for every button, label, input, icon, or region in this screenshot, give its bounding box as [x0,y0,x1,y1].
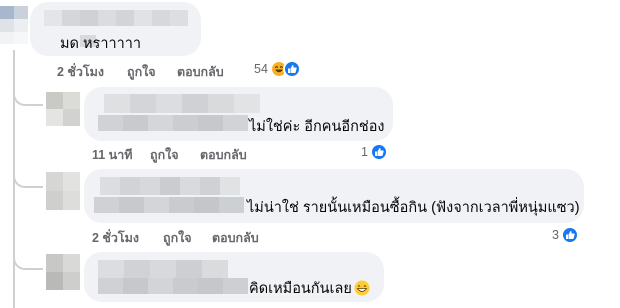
reaction-count: 1 [361,145,368,159]
comment-bubble: มด หราาาาา [30,2,201,56]
reaction-count: 3 [552,228,559,242]
thread-connector-3 [13,242,43,270]
reply-button[interactable]: ตอบกลับ [212,228,259,248]
like-button[interactable]: ถูกใจ [127,62,156,82]
comment-bubble: ไม่ใช่ค่ะ อีกคนอีกช่อง [84,87,393,141]
author-name-redacted[interactable] [104,94,260,113]
comment-timestamp[interactable]: 2 ชั่วโมง [92,228,139,248]
thread-connector-1 [13,78,43,106]
comment-actions: 2 ชั่วโมง ถูกใจ ตอบกลับ [0,228,280,245]
comment-actions: 11 นาที ถูกใจ ตอบกลับ [0,145,280,162]
reply-button[interactable]: ตอบกลับ [200,145,247,165]
reaction-summary[interactable]: 1 [361,143,388,161]
comment-timestamp[interactable]: 11 นาที [92,145,133,165]
grinning-face-icon [354,280,370,296]
comment-text: ไม่น่าใช่ รายนั้นเหมือนซื้อกิน (ฟังจากเว… [247,200,580,216]
avatar[interactable] [46,92,80,126]
author-name-redacted[interactable] [44,10,188,26]
comment-bubble: ไม่น่าใช่ รายนั้นเหมือนซื้อกิน (ฟังจากเว… [84,169,584,223]
text-redaction [98,278,248,294]
reaction-count: 54 [254,62,268,76]
comment-bubble: คิดเหมือนกันเลย [84,252,384,302]
comment-actions: 2 ชั่วโมง ถูกใจ ตอบกลับ [0,62,240,79]
like-icon [282,60,301,78]
comment-text: ไม่ใช่ค่ะ อีกคนอีกช่อง [249,119,385,135]
text-redaction [94,197,244,213]
comment-text: คิดเหมือนกันเลย [249,277,370,300]
reaction-summary[interactable]: 3 [552,226,579,244]
comment-timestamp[interactable]: 2 ชั่วโมง [57,62,104,82]
comment-text-body: คิดเหมือนกันเลย [249,281,352,297]
thread-connector-2 [13,160,43,188]
comment-text: มด หราาาาา [60,36,142,52]
reply-button[interactable]: ตอบกลับ [177,62,224,82]
like-button[interactable]: ถูกใจ [163,228,192,248]
text-redaction [98,115,248,131]
author-name-redacted[interactable] [98,260,228,278]
like-button[interactable]: ถูกใจ [150,145,179,165]
avatar[interactable] [46,254,80,290]
author-name-redacted[interactable] [100,177,240,195]
avatar[interactable] [46,172,80,210]
reaction-summary[interactable]: 54 [254,60,301,78]
like-icon [369,143,388,161]
like-icon [560,226,579,244]
avatar[interactable] [0,6,28,44]
